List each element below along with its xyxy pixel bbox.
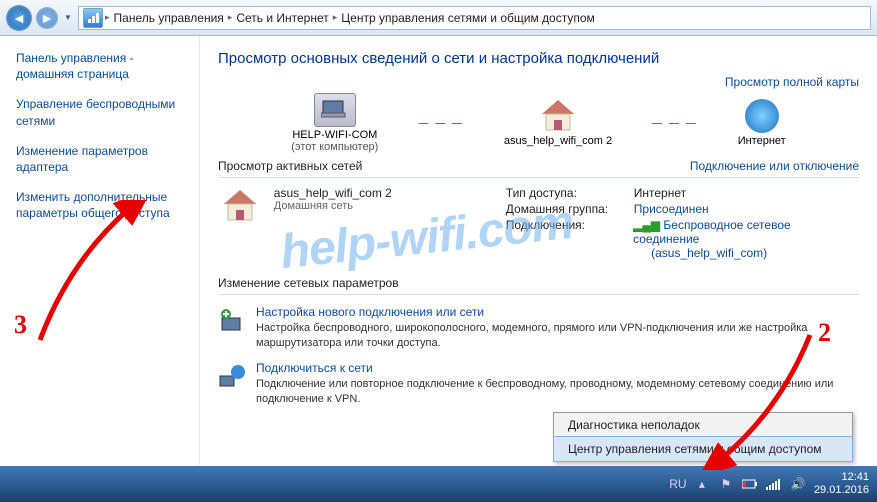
house-icon — [537, 99, 579, 133]
ctx-network-center[interactable]: Центр управления сетями и общим доступом — [553, 436, 853, 462]
address-bar: ◄ ► ▼ ▸ Панель управления ▸ Сеть и Интер… — [0, 0, 877, 36]
volume-icon[interactable]: 🔊 — [790, 476, 806, 492]
divider — [218, 294, 859, 295]
sidebar-wireless-link[interactable]: Управление беспроводными сетями — [16, 96, 189, 128]
connection-line-icon: — — — — [652, 118, 698, 129]
history-dropdown[interactable]: ▼ — [62, 13, 74, 22]
map-node-name: asus_help_wifi_com 2 — [504, 135, 612, 147]
task-desc: Настройка беспроводного, широкополосного… — [256, 321, 859, 351]
taskbar: RU ▴ ⚑ 🔊 12:41 29.01.2016 — [0, 466, 877, 502]
breadcrumb-item[interactable]: Центр управления сетями и общим доступом — [339, 11, 597, 25]
sidebar-sharing-link[interactable]: Изменить дополнительные параметры общего… — [16, 189, 189, 221]
system-tray: RU ▴ ⚑ 🔊 12:41 29.01.2016 — [670, 471, 869, 496]
breadcrumb-item[interactable]: Панель управления — [112, 11, 226, 25]
tray-up-icon[interactable]: ▴ — [694, 476, 710, 492]
map-internet[interactable]: Интернет — [738, 99, 786, 147]
connection-line-icon: — — — — [418, 118, 464, 129]
active-network-type: Домашняя сеть — [274, 200, 494, 212]
network-params-title: Изменение сетевых параметров — [218, 276, 859, 290]
arrow-left-icon: ◄ — [12, 10, 26, 26]
main-content: Просмотр основных сведений о сети и наст… — [200, 36, 877, 466]
map-node-sub: (этот компьютер) — [291, 141, 378, 153]
network-context-menu: Диагностика неполадок Центр управления с… — [553, 412, 853, 462]
access-type-label: Тип доступа: — [506, 186, 626, 200]
globe-icon — [741, 99, 783, 133]
connect-disconnect-link[interactable]: Подключение или отключение — [690, 159, 859, 173]
network-icon — [83, 8, 103, 28]
divider — [218, 177, 859, 178]
map-this-computer[interactable]: HELP-WIFI-COM (этот компьютер) — [291, 93, 378, 153]
arrow-right-icon: ► — [40, 10, 54, 26]
access-type-value: Интернет — [634, 186, 686, 200]
wifi-signal-icon: ▂▄▆ — [633, 218, 660, 232]
active-networks-title: Просмотр активных сетей — [218, 159, 362, 173]
connections-label: Подключения: — [506, 218, 625, 260]
taskbar-clock[interactable]: 12:41 29.01.2016 — [814, 471, 869, 496]
map-node-name: HELP-WIFI-COM — [291, 129, 378, 141]
map-node-name: Интернет — [738, 135, 786, 147]
chevron-right-icon: ▸ — [105, 12, 110, 23]
task-new-connection[interactable]: Настройка нового подключения или сети На… — [218, 305, 859, 351]
network-map: HELP-WIFI-COM (этот компьютер) — — — asu… — [218, 93, 859, 153]
connection-ssid: (asus_help_wifi_com) — [651, 246, 767, 260]
task-desc: Подключение или повторное подключение к … — [256, 377, 859, 407]
action-center-icon[interactable]: ⚑ — [718, 476, 734, 492]
connect-network-icon — [218, 361, 246, 391]
clock-date: 29.01.2016 — [814, 484, 869, 497]
sidebar-home-link[interactable]: Панель управления - домашняя страница — [16, 50, 189, 82]
homegroup-label: Домашняя группа: — [506, 202, 626, 216]
map-router[interactable]: asus_help_wifi_com 2 — [504, 99, 612, 147]
language-indicator[interactable]: RU — [670, 476, 686, 492]
page-title: Просмотр основных сведений о сети и наст… — [218, 50, 859, 67]
breadcrumb[interactable]: ▸ Панель управления ▸ Сеть и Интернет ▸ … — [78, 6, 871, 30]
task-title: Настройка нового подключения или сети — [256, 305, 859, 319]
ctx-diagnostics[interactable]: Диагностика неполадок — [554, 413, 852, 437]
computer-icon — [314, 93, 356, 127]
battery-icon[interactable] — [742, 476, 758, 492]
forward-button[interactable]: ► — [36, 7, 58, 29]
task-connect-network[interactable]: Подключиться к сети Подключение или повт… — [218, 361, 859, 407]
active-network-row: asus_help_wifi_com 2 Домашняя сеть Тип д… — [218, 186, 859, 262]
chevron-right-icon: ▸ — [228, 12, 233, 23]
full-map-link[interactable]: Просмотр полной карты — [725, 75, 859, 89]
new-connection-icon — [218, 305, 246, 335]
house-icon — [218, 186, 262, 226]
back-button[interactable]: ◄ — [6, 5, 32, 31]
task-title: Подключиться к сети — [256, 361, 859, 375]
wifi-signal-icon[interactable] — [766, 476, 782, 492]
chevron-right-icon: ▸ — [333, 12, 338, 23]
sidebar: Панель управления - домашняя страница Уп… — [0, 36, 200, 466]
breadcrumb-item[interactable]: Сеть и Интернет — [234, 11, 330, 25]
sidebar-adapter-link[interactable]: Изменение параметров адаптера — [16, 143, 189, 175]
clock-time: 12:41 — [814, 471, 869, 484]
homegroup-link[interactable]: Присоединен — [634, 202, 709, 216]
active-network-name: asus_help_wifi_com 2 — [274, 186, 494, 200]
